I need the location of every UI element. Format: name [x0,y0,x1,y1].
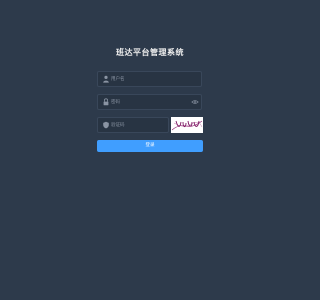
password-input[interactable] [111,95,189,109]
user-icon [103,75,109,83]
lock-icon [103,98,109,106]
eye-icon[interactable] [191,98,199,106]
page-title: 班达平台管理系统 [116,48,184,57]
login-button[interactable]: 登录 [97,140,203,152]
password-field[interactable] [97,94,202,110]
username-field[interactable] [97,71,202,87]
captcha-input[interactable] [111,118,167,132]
captcha-image[interactable] [171,117,203,133]
login-page: 班达平台管理系统 登录 [0,0,300,300]
captcha-field[interactable] [97,117,169,133]
shield-icon [103,121,109,129]
username-input[interactable] [111,72,189,86]
